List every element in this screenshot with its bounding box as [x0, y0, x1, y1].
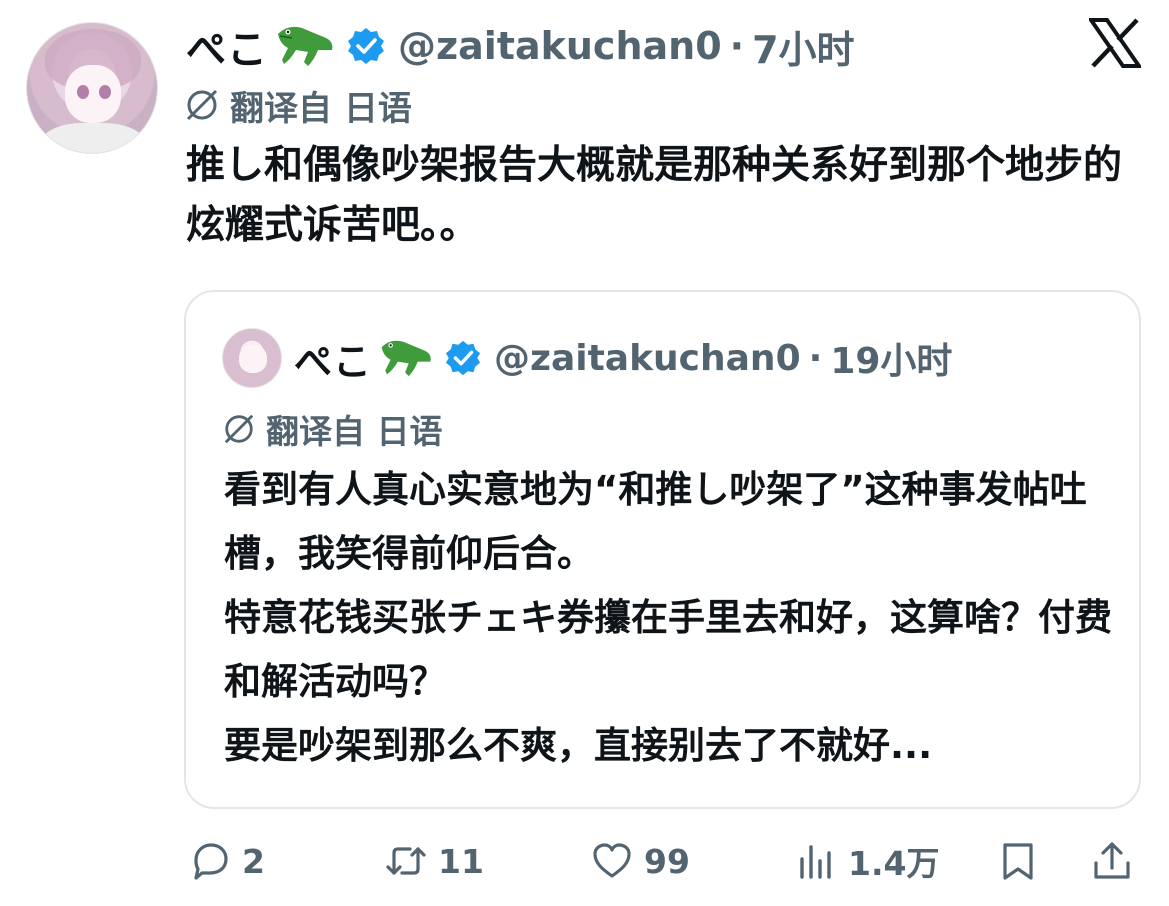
reply-count: 2: [242, 841, 265, 881]
like-button[interactable]: 99: [590, 830, 690, 892]
tweet-timestamp[interactable]: 7小时: [752, 19, 854, 74]
quoted-translated-from-text: 翻译自 日语: [266, 412, 443, 451]
crocodile-emoji-icon: [381, 340, 431, 377]
author-avatar[interactable]: [26, 22, 158, 154]
quoted-translated-from-label[interactable]: 翻译自 日语: [222, 406, 443, 452]
reply-icon: [194, 843, 228, 880]
avatar-eye-right: [99, 85, 111, 99]
verified-badge-icon: [348, 28, 384, 64]
quoted-author-handle[interactable]: @zaitakuchan0: [494, 338, 801, 379]
translated-from-label[interactable]: 翻译自 日语: [184, 82, 412, 129]
crocodile-emoji-icon: [278, 26, 333, 66]
heart-icon: [593, 843, 631, 878]
bookmark-button[interactable]: [996, 830, 1040, 892]
avatar-face: [65, 65, 121, 123]
reply-button[interactable]: 2: [188, 830, 265, 892]
tweet-text: 推し和偶像吵架报告大概就是那种关系好到那个地步的炫耀式诉苦吧。。: [186, 143, 1123, 248]
tweet-action-bar: 2 11 99 1.4万: [0, 830, 1169, 892]
quoted-tweet-text: 看到有人真心实意地为“和推し吵架了”这种事发帖吐槽，我笑得前仰后合。 特意花钱买…: [224, 458, 1114, 778]
retweet-button[interactable]: 11: [384, 830, 484, 892]
quoted-author-name[interactable]: ぺこ: [294, 331, 372, 386]
author-handle[interactable]: @zaitakuchan0: [398, 24, 722, 68]
views-count: 1.4万: [848, 844, 940, 883]
quoted-text-line: 要是吵架到那么不爽，直接别去了不就好...: [224, 724, 933, 767]
translate-globe-icon: [186, 89, 218, 121]
views-icon: [800, 845, 831, 879]
quoted-author-avatar[interactable]: [222, 328, 282, 388]
quoted-avatar-face: [239, 345, 267, 373]
share-icon: [1094, 842, 1130, 879]
quoted-tweet-timestamp[interactable]: 19小时: [830, 332, 952, 384]
translated-from-text: 翻译自 日语: [230, 88, 412, 129]
author-name[interactable]: ぺこ: [186, 17, 268, 75]
quoted-text-line: 特意花钱买张チェキ券攥在手里去和好，这算啥？付费和解活动吗？: [224, 596, 1112, 703]
views-button[interactable]: 1.4万: [794, 830, 939, 892]
translate-globe-icon: [224, 414, 254, 444]
quoted-text-line: 看到有人真心实意地为“和推し吵架了”这种事发帖吐槽，我笑得前仰后合。: [224, 468, 1087, 575]
verified-badge-icon: [445, 340, 481, 376]
like-count: 99: [644, 841, 690, 881]
share-button[interactable]: [1090, 830, 1134, 892]
retweet-count: 11: [438, 841, 484, 881]
x-logo-icon[interactable]: [1089, 18, 1141, 68]
separator-dot: ·: [808, 337, 823, 379]
bookmark-icon: [1003, 843, 1033, 880]
avatar-eye-left: [77, 85, 89, 99]
separator-dot: ·: [729, 24, 745, 68]
quoted-tweet[interactable]: ぺこ @zaitakuchan0 · 19小时 翻译自 日语 看到有人真心实意地…: [184, 290, 1141, 809]
retweet-icon: [386, 847, 426, 875]
quoted-tweet-header: ぺこ @zaitakuchan0 · 19小时: [294, 328, 952, 388]
tweet-header: ぺこ @zaitakuchan0 · 7小时: [186, 18, 855, 74]
avatar-shirt: [41, 123, 145, 153]
